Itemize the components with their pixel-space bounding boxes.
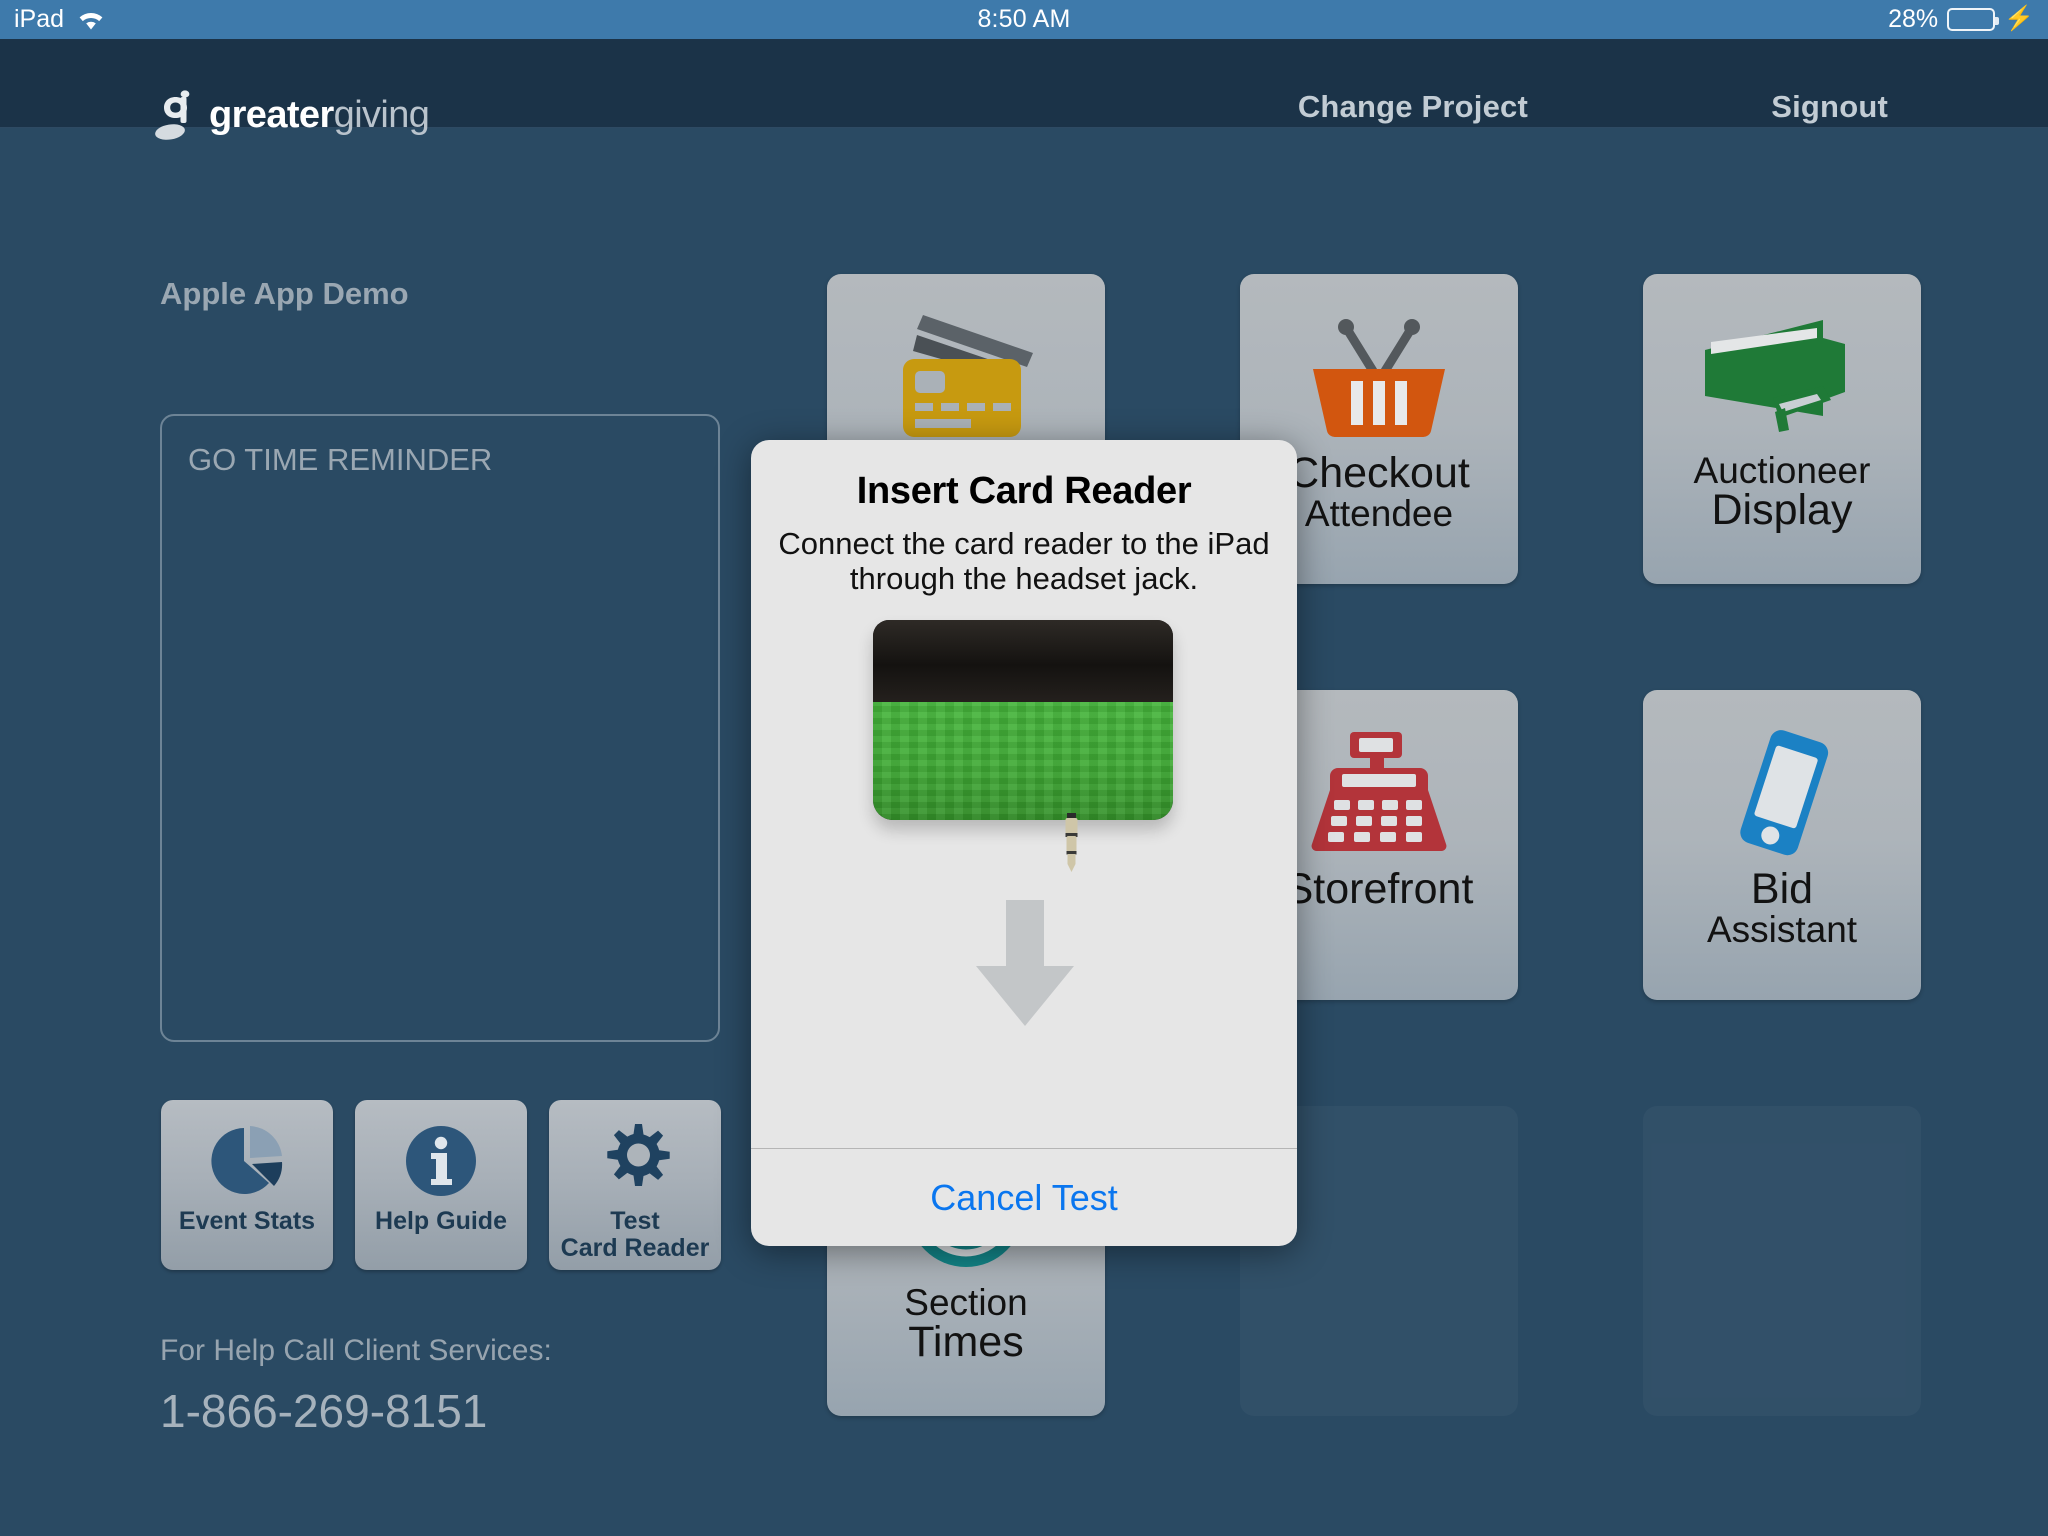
tile-auctioneer-display[interactable]: Auctioneer Display: [1643, 274, 1921, 584]
app-navbar: greatergiving Change Project Signout: [0, 39, 2048, 140]
tile-bid-assistant[interactable]: Bid Assistant: [1643, 690, 1921, 1000]
card-reader-slot: [873, 620, 1173, 703]
event-stats-label: Event Stats: [178, 1207, 316, 1235]
help-call-label: For Help Call Client Services:: [160, 1334, 552, 1367]
tile-label: Checkout Attendee: [1288, 449, 1470, 534]
pie-chart-icon: [206, 1120, 288, 1202]
dialog-header: Insert Card Reader Connect the card read…: [751, 440, 1297, 596]
lightning-bolt-icon: ⚡: [2004, 4, 2034, 32]
status-bar-right: 28% ⚡: [1888, 5, 2034, 34]
ipad-screen: iPad 8:50 AM 28% ⚡ greatergiving Change …: [0, 0, 2048, 1536]
dialog-message: Connect the card reader to the iPad thro…: [778, 526, 1270, 596]
greater-giving-g-icon: [155, 89, 195, 141]
insert-card-reader-dialog: Insert Card Reader Connect the card read…: [751, 440, 1297, 1246]
battery-percent-label: 28%: [1888, 5, 1939, 33]
gear-icon: [594, 1120, 676, 1202]
logo-word-giving: giving: [333, 93, 430, 136]
tile-placeholder-2: [1643, 1106, 1921, 1416]
signout-button[interactable]: Signout: [1771, 89, 1888, 125]
cash-register-icon: [1304, 718, 1454, 868]
info-circle-icon: [400, 1120, 482, 1202]
down-arrow-icon: [970, 900, 1080, 1031]
event-stats-button[interactable]: Event Stats: [161, 1100, 333, 1270]
battery-icon: [1947, 8, 2000, 31]
go-time-reminder-input[interactable]: GO TIME REMINDER: [160, 414, 720, 1042]
utility-button-row: Event Stats Help Guide Test Card Reader: [161, 1100, 721, 1270]
test-card-reader-button[interactable]: Test Card Reader: [549, 1100, 721, 1270]
headphone-jack-icon: [1063, 813, 1080, 875]
card-reader-body: [873, 702, 1173, 821]
megaphone-icon: [1695, 302, 1870, 452]
help-guide-button[interactable]: Help Guide: [355, 1100, 527, 1270]
logo-wordmark: greatergiving: [209, 93, 430, 137]
tile-label: Section Times: [904, 1282, 1028, 1366]
dialog-title: Insert Card Reader: [856, 470, 1192, 512]
tile-label: Bid Assistant: [1706, 865, 1858, 950]
test-card-reader-label: Test Card Reader: [560, 1207, 710, 1262]
greater-giving-logo: greatergiving: [155, 89, 430, 141]
go-time-reminder-placeholder: GO TIME REMINDER: [188, 442, 493, 477]
cancel-test-label: Cancel Test: [930, 1176, 1118, 1218]
tile-label: Storefront: [1284, 865, 1474, 913]
ios-status-bar: iPad 8:50 AM 28% ⚡: [0, 0, 2048, 39]
logo-word-greater: greater: [209, 93, 334, 136]
dialog-illustration: [751, 596, 1297, 1148]
card-reader-photo: [751, 608, 1297, 1028]
cancel-test-button[interactable]: Cancel Test: [751, 1148, 1297, 1246]
change-project-button[interactable]: Change Project: [1298, 89, 1528, 125]
help-phone-number[interactable]: 1-866-269-8151: [160, 1384, 487, 1438]
tile-label: Auctioneer Display: [1693, 450, 1871, 534]
shopping-basket-icon: [1299, 302, 1459, 452]
credit-card-swipe-icon: [881, 302, 1051, 452]
help-guide-label: Help Guide: [375, 1207, 507, 1235]
card-reader-device: [873, 620, 1173, 821]
project-title: Apple App Demo: [160, 276, 409, 311]
mobile-phone-icon: [1712, 718, 1852, 868]
status-bar-clock: 8:50 AM: [977, 5, 1071, 33]
